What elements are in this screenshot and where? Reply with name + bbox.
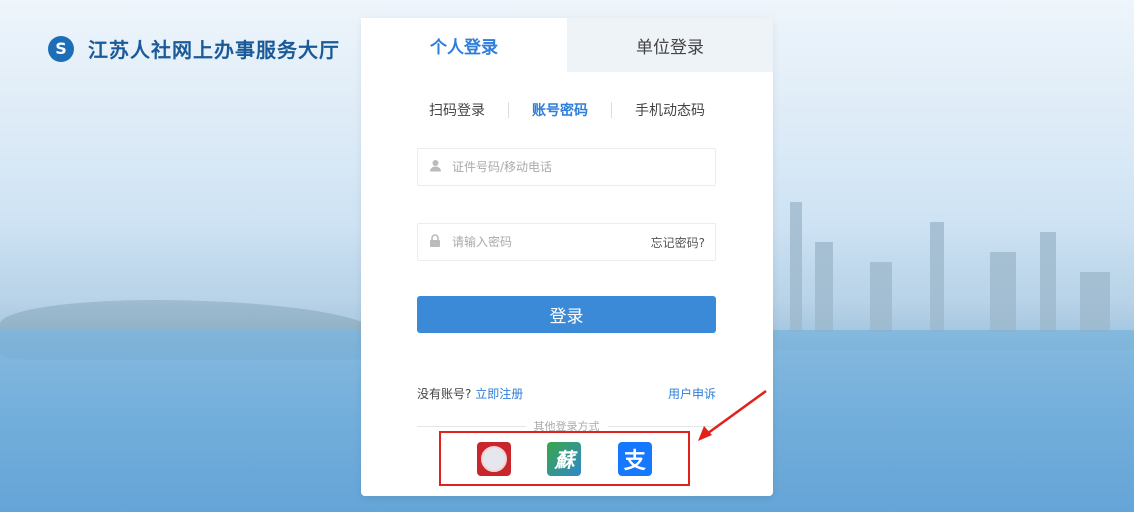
alipay-icon[interactable]: 支 xyxy=(617,441,652,476)
register-link[interactable]: 立即注册 xyxy=(475,387,523,401)
login-button[interactable]: 登录 xyxy=(417,296,716,333)
other-login-methods-highlight: 蘇 支 xyxy=(439,431,690,486)
subtab-qr-login[interactable]: 扫码登录 xyxy=(406,100,508,120)
jiangsu-renshe-app-icon[interactable] xyxy=(477,441,512,476)
user-icon xyxy=(428,159,442,176)
lock-icon xyxy=(428,233,442,251)
site-title: 江苏人社网上办事服务大厅 xyxy=(88,38,340,62)
login-type-tabs: 个人登录 单位登录 xyxy=(361,18,773,72)
su-app-icon[interactable]: 蘇 xyxy=(547,441,582,476)
seal-icon xyxy=(481,445,508,472)
subtab-sms-code[interactable]: 手机动态码 xyxy=(612,100,728,120)
red-arrow-annotation-icon xyxy=(698,389,767,441)
username-field[interactable] xyxy=(417,148,716,186)
username-input[interactable] xyxy=(450,159,705,175)
password-field[interactable]: 忘记密码? xyxy=(417,223,716,261)
subtab-account-password[interactable]: 账号密码 xyxy=(509,100,611,120)
site-logo-icon: S xyxy=(48,35,74,62)
tab-organization-login[interactable]: 单位登录 xyxy=(567,18,773,72)
site-brand: S 江苏人社网上办事服务大厅 xyxy=(48,34,340,63)
forgot-password-link[interactable]: 忘记密码? xyxy=(651,234,705,251)
password-input[interactable] xyxy=(450,234,651,250)
register-prompt: 没有账号? 立即注册 xyxy=(417,385,523,402)
no-account-text: 没有账号? xyxy=(417,387,472,401)
register-row: 没有账号? 立即注册 用户申诉 xyxy=(417,385,716,402)
login-method-subtabs: 扫码登录 账号密码 手机动态码 xyxy=(361,100,773,120)
tab-personal-login[interactable]: 个人登录 xyxy=(361,18,567,72)
